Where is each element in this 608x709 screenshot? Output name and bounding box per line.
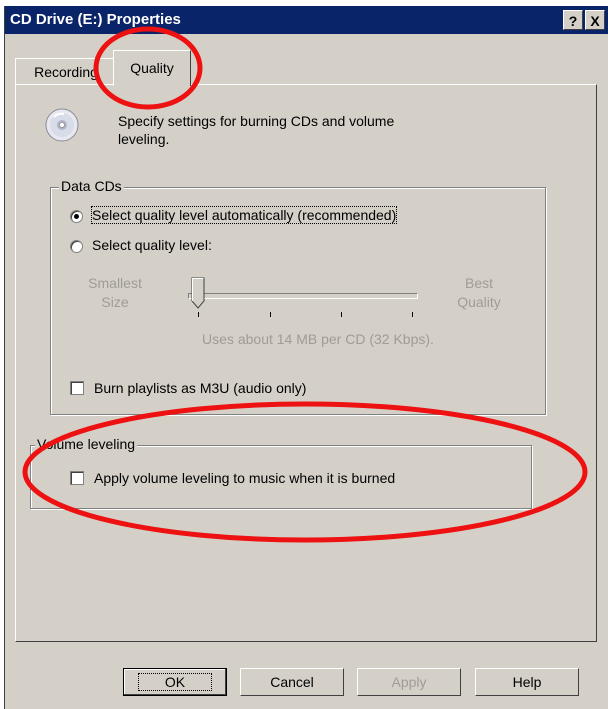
help-title-button[interactable]: ? [563,10,583,30]
cancel-button-label: Cancel [270,674,314,690]
tab-recording[interactable]: Recording [15,58,117,84]
help-button[interactable]: Help [475,668,579,696]
data-cds-legend: Data CDs [59,178,124,194]
manual-quality-radio[interactable] [70,240,83,253]
slider-max-label: Best Quality [457,275,501,310]
apply-button-label: Apply [391,674,427,690]
cd-disc-icon [45,108,79,142]
auto-quality-label[interactable]: Select quality level automatically (reco… [90,206,398,224]
quality-slider-track [188,293,418,299]
quality-slider-thumb[interactable] [191,277,205,309]
intro-text: Specify settings for burning CDs and vol… [118,113,395,147]
m3u-checkbox[interactable] [70,381,84,395]
auto-quality-radio[interactable] [70,210,83,223]
slider-tick [198,312,199,317]
help-button-label: Help [512,674,542,690]
manual-quality-label[interactable]: Select quality level: [92,237,212,253]
ok-button[interactable]: OK [123,668,227,696]
apply-button[interactable]: Apply [357,668,461,696]
slider-tick [412,312,413,317]
title-bar: CD Drive (E:) Properties ? X [5,6,608,34]
ok-button-label: OK [137,673,213,691]
slider-tick [341,312,342,317]
m3u-checkbox-label[interactable]: Burn playlists as M3U (audio only) [94,380,306,396]
close-button[interactable]: X [585,10,605,30]
cancel-button[interactable]: Cancel [240,668,344,696]
properties-dialog: CD Drive (E:) Properties ? X Recording Q… [4,6,608,709]
volume-leveling-legend: Volume leveling [35,436,138,452]
volume-leveling-checkbox[interactable] [70,471,84,485]
usage-text: Uses about 14 MB per CD (32 Kbps). [202,331,434,347]
volume-leveling-label[interactable]: Apply volume leveling to music when it i… [94,470,395,486]
slider-tick [270,312,271,317]
quality-tab-panel: Specify settings for burning CDs and vol… [15,84,597,642]
tab-quality-label: Quality [130,60,174,76]
tab-quality[interactable]: Quality [113,50,191,86]
window-title: CD Drive (E:) Properties [10,11,181,28]
slider-min-label: Smallest Size [88,275,142,310]
tab-recording-label: Recording [34,64,98,80]
